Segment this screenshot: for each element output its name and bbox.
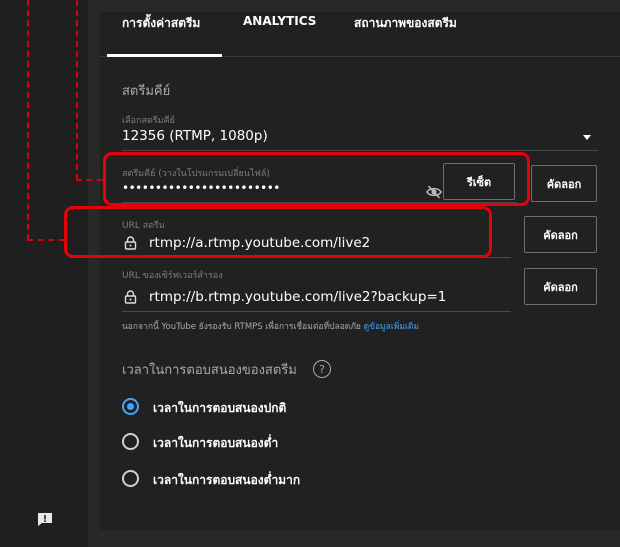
stream-url-highlight: [64, 206, 492, 258]
feedback-icon[interactable]: [37, 512, 53, 527]
lock-icon: [124, 290, 137, 304]
latency-normal-label[interactable]: เวลาในการตอบสนองปกติ: [153, 399, 286, 418]
latency-ultra-low-label[interactable]: เวลาในการตอบสนองต่ำมาก: [153, 471, 300, 490]
select-stream-key-label: เลือกสตรีมคีย์: [122, 116, 175, 126]
rtmps-note-text: นอกจากนี้ YouTube ยังรองรับ RTMPS เพื่อก…: [122, 322, 361, 332]
backup-url-underline: [122, 311, 511, 312]
select-underline: [122, 150, 598, 151]
section-title-stream-key: สตรีมคีย์: [122, 84, 171, 99]
stream-key-highlight: [103, 152, 530, 206]
radio-latency-normal[interactable]: [122, 398, 139, 415]
copy-stream-url-button[interactable]: คัดลอก: [524, 216, 597, 253]
help-icon[interactable]: ?: [313, 360, 331, 378]
tab-stream-health[interactable]: สถานภาพของสตรีม: [354, 14, 457, 33]
annotation-line: [27, 0, 29, 240]
backup-url-value[interactable]: rtmp://b.rtmp.youtube.com/live2?backup=1: [149, 289, 446, 305]
active-tab-indicator: [107, 54, 222, 57]
learn-more-link[interactable]: ดูข้อมูลเพิ่มเติม: [364, 322, 419, 332]
annotation-line: [76, 179, 103, 181]
rtmps-note: นอกจากนี้ YouTube ยังรองรับ RTMPS เพื่อก…: [122, 319, 419, 333]
latency-title: เวลาในการตอบสนองของสตรีม: [122, 363, 297, 378]
tab-analytics[interactable]: ANALYTICS: [243, 14, 316, 28]
tab-stream-settings[interactable]: การตั้งค่าสตรีม: [122, 14, 200, 33]
radio-latency-ultra-low[interactable]: [122, 470, 139, 487]
left-rail: [0, 0, 88, 547]
copy-stream-key-button[interactable]: คัดลอก: [531, 165, 597, 202]
annotation-line: [27, 239, 65, 241]
select-stream-key-value[interactable]: 12356 (RTMP, 1080p): [122, 128, 268, 144]
radio-latency-low[interactable]: [122, 433, 139, 450]
latency-low-label[interactable]: เวลาในการตอบสนองต่ำ: [153, 434, 278, 453]
copy-backup-url-button[interactable]: คัดลอก: [524, 268, 597, 305]
annotation-line: [76, 0, 78, 180]
dropdown-arrow-icon[interactable]: [583, 135, 591, 140]
backup-url-label: URL ของเซิร์ฟเวอร์สำรอง: [122, 271, 223, 281]
